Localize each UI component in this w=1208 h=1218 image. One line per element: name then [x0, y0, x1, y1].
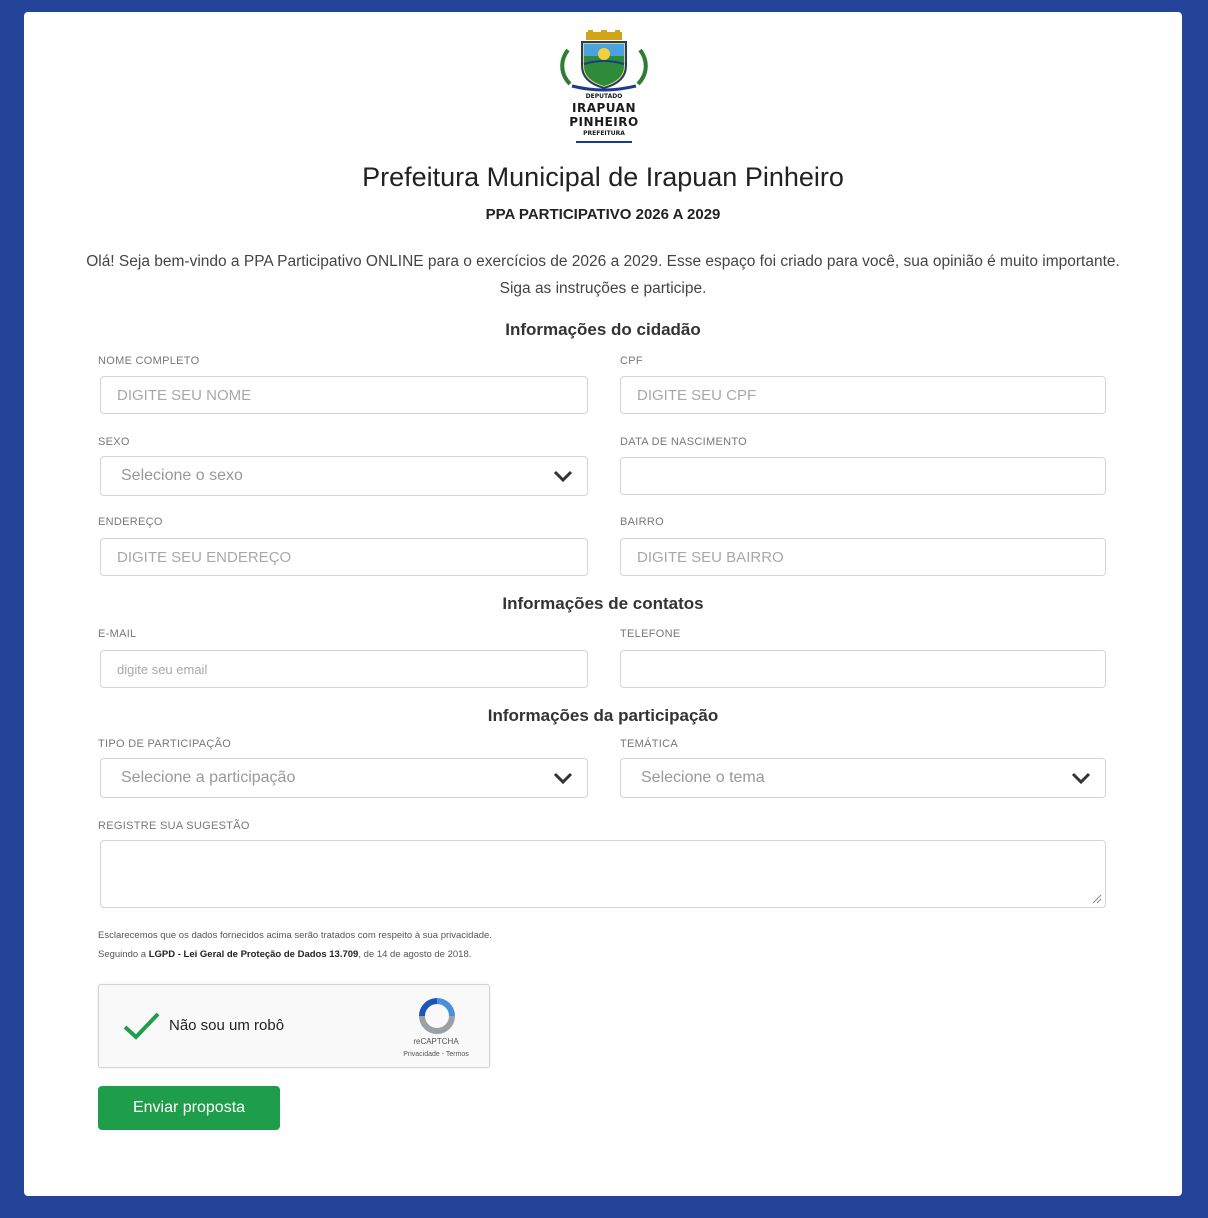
chevron-down-icon — [553, 470, 573, 483]
email-label: E-MAIL — [98, 628, 137, 640]
endereco-input[interactable] — [100, 538, 588, 576]
endereco-label: ENDEREÇO — [98, 516, 163, 528]
lgpd-law: LGPD - Lei Geral de Proteção de Dados 13… — [148, 949, 359, 960]
tipo-label: TIPO DE PARTICIPAÇÃO — [98, 738, 232, 750]
nome-input[interactable] — [100, 376, 588, 414]
logo-text-pinheiro: PINHEIRO — [569, 115, 639, 129]
recaptcha-links[interactable]: Privacidade - Termos — [381, 1051, 491, 1058]
lgpd-prefix: Seguindo a — [98, 949, 149, 960]
chevron-down-icon — [1071, 772, 1091, 785]
section-citizen-heading: Informações do cidadão — [505, 320, 701, 339]
tematica-select[interactable]: Selecione o tema — [620, 758, 1106, 798]
page-title: Prefeitura Municipal de Irapuan Pinheiro — [362, 162, 844, 192]
sexo-select[interactable]: Selecione o sexo — [100, 456, 588, 496]
form-card: DEPUTADO IRAPUAN PINHEIRO PREFEITURA Pre… — [24, 12, 1182, 1196]
sugestao-label: REGISTRE SUA SUGESTÃO — [98, 820, 250, 832]
tematica-select-value: Selecione o tema — [641, 769, 765, 786]
coat-of-arms-icon — [560, 30, 648, 92]
recaptcha-widget[interactable]: Não sou um robô reCAPTCHA Privacidade - … — [98, 984, 490, 1068]
tipo-select[interactable]: Selecione a participação — [100, 758, 588, 798]
tematica-label: TEMÁTICA — [620, 738, 679, 750]
chevron-down-icon — [553, 772, 573, 785]
nome-label: NOME COMPLETO — [98, 355, 200, 367]
prefeitura-logo: DEPUTADO IRAPUAN PINHEIRO PREFEITURA — [554, 30, 654, 162]
recaptcha-logo-icon — [419, 998, 455, 1034]
sugestao-textarea[interactable] — [100, 840, 1106, 908]
intro-text: Olá! Seja bem-vindo a PPA Participativo … — [86, 253, 1120, 297]
email-input[interactable] — [100, 650, 588, 688]
section-contacts-heading: Informações de contatos — [502, 594, 704, 613]
checkmark-icon[interactable] — [121, 1009, 161, 1043]
logo-text-prefeitura: PREFEITURA — [583, 130, 625, 137]
logo-text-deputado: DEPUTADO — [585, 93, 623, 100]
resize-grip-icon[interactable] — [1090, 892, 1102, 904]
logo-text-irapuan: IRAPUAN — [572, 101, 636, 115]
bairro-input[interactable] — [620, 538, 1106, 576]
telefone-label: TELEFONE — [620, 628, 681, 640]
cpf-label: CPF — [620, 355, 643, 367]
logo-underline — [576, 141, 632, 143]
tipo-select-value: Selecione a participação — [121, 769, 296, 786]
sexo-label: SEXO — [98, 436, 130, 448]
privacy-note: Esclarecemos que os dados fornecidos aci… — [98, 930, 492, 941]
page-subtitle: PPA PARTICIPATIVO 2026 A 2029 — [485, 206, 721, 223]
telefone-input[interactable] — [620, 650, 1106, 688]
submit-button[interactable]: Enviar proposta — [98, 1086, 280, 1130]
section-participation-heading: Informações da participação — [487, 706, 719, 725]
sexo-select-value: Selecione o sexo — [121, 467, 243, 484]
cpf-input[interactable] — [620, 376, 1106, 414]
lgpd-suffix: , de 14 de agosto de 2018. — [358, 949, 472, 960]
nascimento-input[interactable] — [620, 457, 1106, 495]
nascimento-label: DATA DE NASCIMENTO — [620, 436, 748, 448]
lgpd-note: Seguindo a LGPD - Lei Geral de Proteção … — [98, 949, 471, 960]
recaptcha-label: Não sou um robô — [169, 1017, 285, 1034]
recaptcha-brand: reCAPTCHA — [413, 1037, 459, 1046]
bairro-label: BAIRRO — [620, 516, 664, 528]
